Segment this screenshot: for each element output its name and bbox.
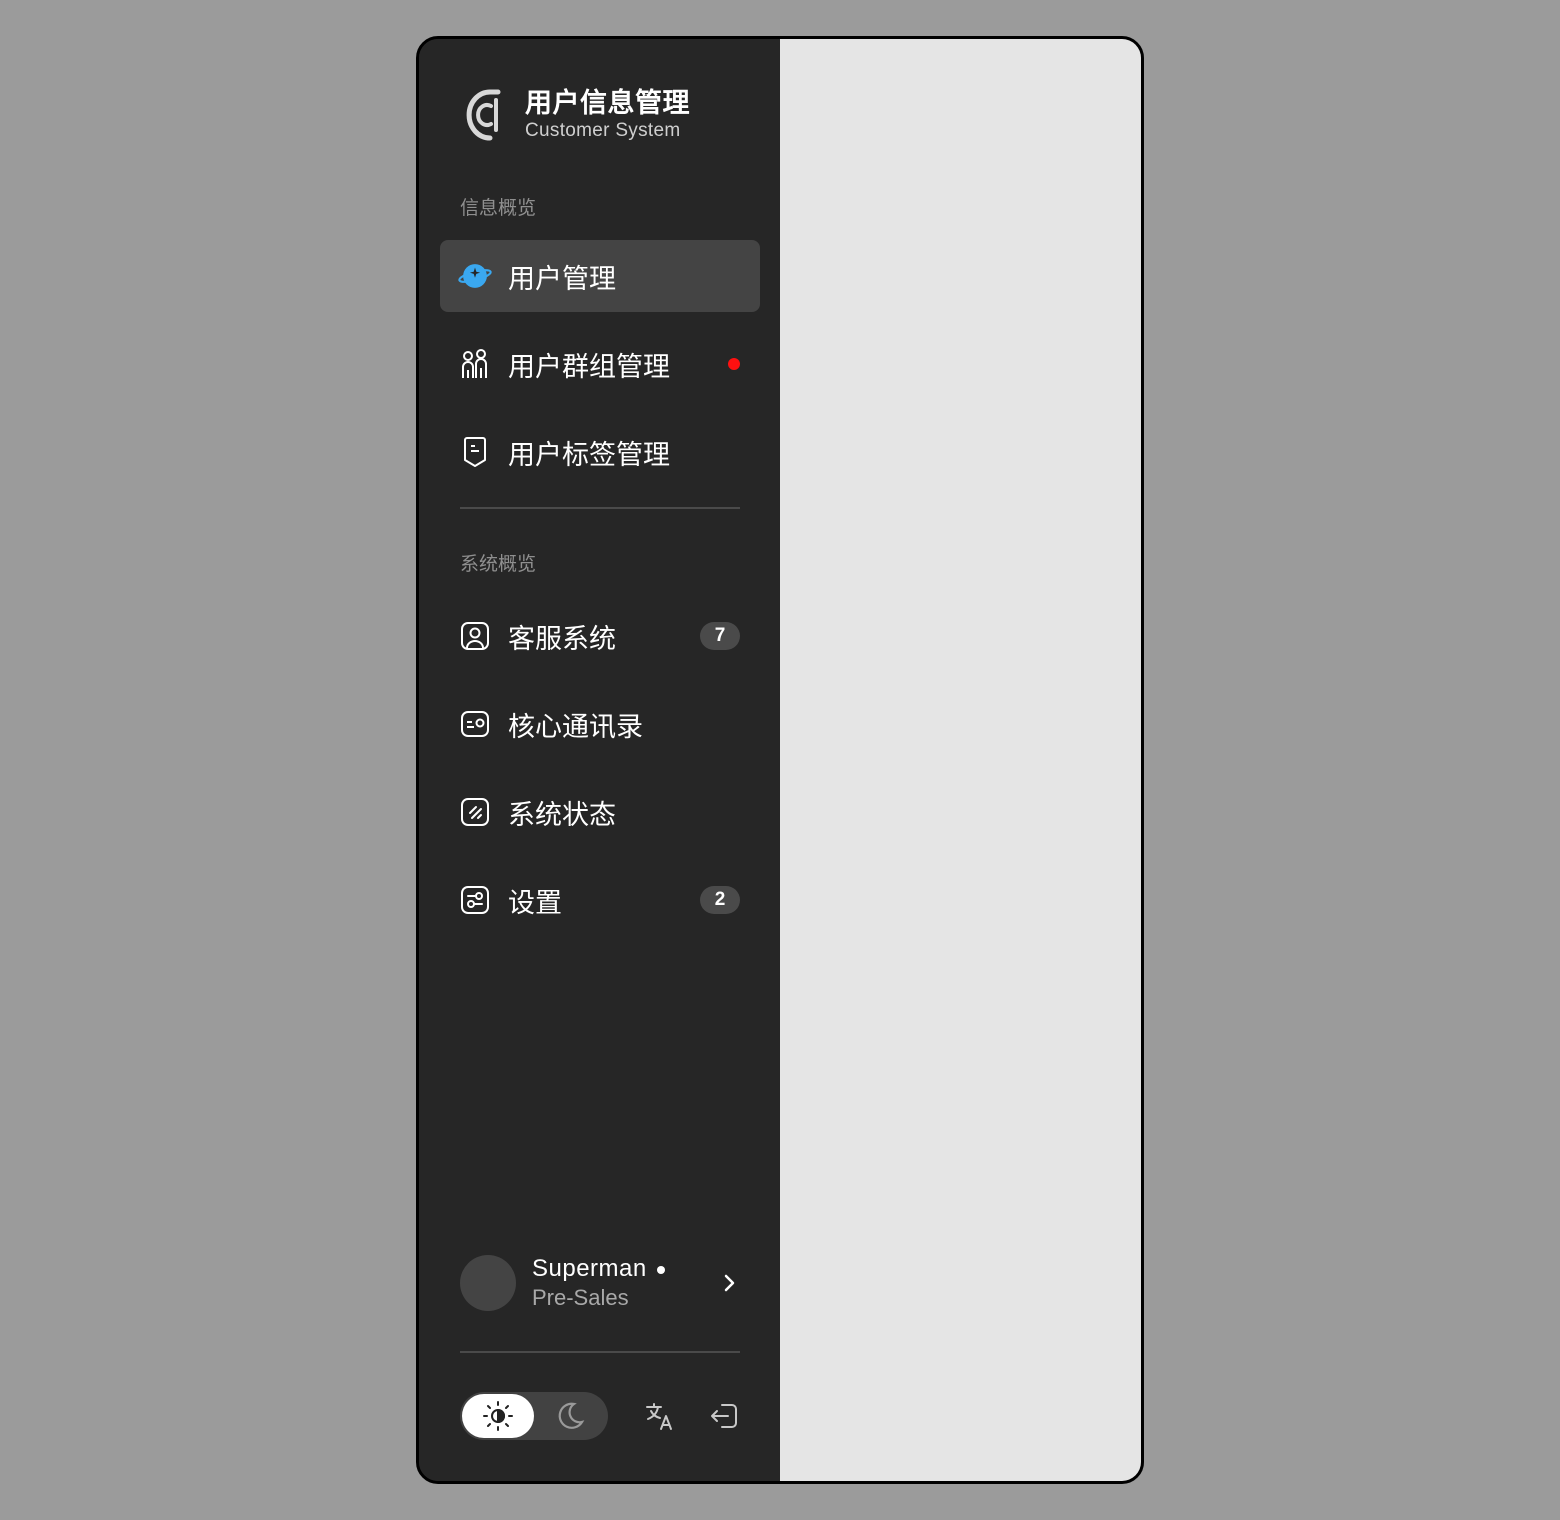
brand: 用户信息管理 Customer System (460, 86, 690, 144)
count-badge: 2 (700, 886, 740, 914)
profile-role: Pre-Sales (532, 1285, 629, 1310)
nav-item-core-contacts[interactable]: 核心通讯录 (440, 688, 760, 760)
translate-icon[interactable] (643, 1400, 677, 1432)
planet-icon (458, 259, 492, 293)
profile-name-row: Superman (532, 1255, 665, 1283)
moon-icon (558, 1402, 585, 1429)
nav-item-system-status[interactable]: 系统状态 (440, 776, 760, 848)
count-badge: 7 (700, 622, 740, 650)
profile-divider (460, 1351, 740, 1353)
nav-label: 设置 (508, 887, 562, 919)
app-subtitle: Customer System (525, 120, 681, 141)
app-title: 用户信息管理 (525, 88, 690, 119)
nav-item-settings[interactable]: 设置 2 (440, 864, 760, 936)
nav-item-user-groups[interactable]: 用户群组管理 (440, 328, 760, 400)
avatar (460, 1255, 516, 1311)
section-label-info: 信息概览 (460, 197, 537, 219)
nav-label: 用户标签管理 (508, 439, 670, 471)
section-label-system: 系统概览 (460, 553, 537, 575)
section-divider (460, 507, 740, 509)
nav-label: 客服系统 (508, 623, 616, 655)
c-logo-icon (466, 89, 501, 141)
nav-label: 用户管理 (508, 263, 616, 295)
tag-icon (458, 435, 492, 469)
main-content (780, 39, 1141, 1481)
theme-toggle[interactable] (460, 1392, 608, 1440)
settings-toggle-icon (458, 883, 492, 917)
sidebar: 用户信息管理 Customer System 信息概览 用户管理 用户群组管理 … (419, 39, 780, 1481)
dark-theme-button[interactable] (534, 1394, 606, 1438)
nav-item-customer-service[interactable]: 客服系统 7 (440, 600, 760, 672)
app-window: 用户信息管理 Customer System 信息概览 用户管理 用户群组管理 … (416, 36, 1144, 1484)
nav-label: 核心通讯录 (508, 711, 643, 743)
nav-item-user-management[interactable]: 用户管理 (440, 240, 760, 312)
sun-icon (483, 1401, 513, 1431)
user-square-icon (458, 619, 492, 653)
chevron-right-icon[interactable] (718, 1271, 740, 1295)
profile-name: Superman (532, 1255, 647, 1282)
notification-dot (728, 358, 740, 370)
nav-item-user-tags[interactable]: 用户标签管理 (440, 416, 760, 488)
logout-icon[interactable] (707, 1400, 741, 1432)
nav-label: 系统状态 (508, 799, 616, 831)
online-status-dot (656, 1265, 665, 1274)
light-theme-button[interactable] (462, 1394, 534, 1438)
contact-card-icon (458, 707, 492, 741)
users-group-icon (458, 347, 492, 381)
nav-label: 用户群组管理 (508, 351, 670, 383)
user-profile[interactable]: Superman Pre-Sales (460, 1255, 740, 1313)
status-slash-icon (458, 795, 492, 829)
